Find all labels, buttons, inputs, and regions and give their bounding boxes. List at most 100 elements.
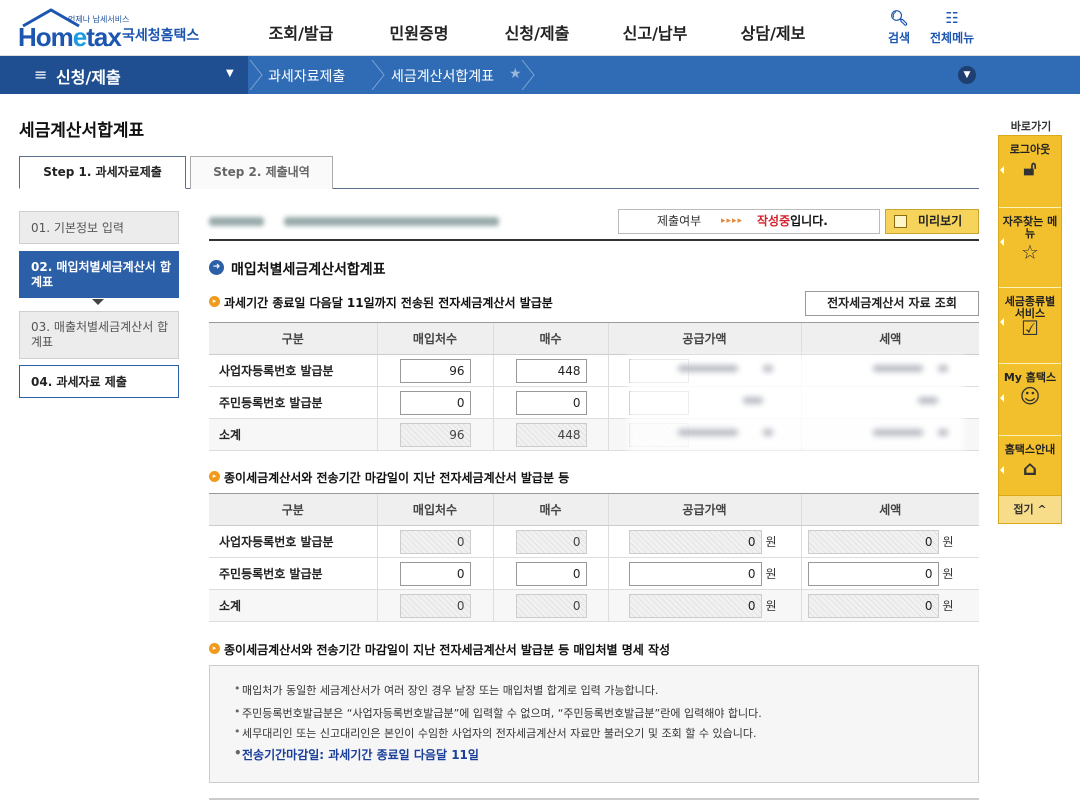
star-icon: ☆ bbox=[1021, 240, 1039, 264]
nav-item-apply[interactable]: 신청/제출 bbox=[478, 20, 596, 44]
subsection-title-electronic: ▸ 과세기간 종료일 다음달 11일까지 전송된 전자세금계산서 발급분 bbox=[209, 294, 553, 311]
preview-button-label: 미리보기 bbox=[918, 214, 963, 228]
supply-amount-field: 0 bbox=[628, 529, 762, 554]
divider bbox=[209, 239, 979, 241]
menu-dropdown-label: 신청/제출 bbox=[56, 68, 121, 87]
step-item-submit[interactable]: 04. 과세자료 제출 bbox=[19, 365, 179, 398]
unit-label: 원 bbox=[765, 535, 777, 549]
hometax-logo[interactable]: 언제나 납세서비스 Hometax 국세청홈택스 bbox=[18, 8, 203, 52]
all-menu-button[interactable]: ☷ 전체메뉴 bbox=[930, 10, 974, 46]
nav-item-inquiry[interactable]: 조회/발급 bbox=[242, 20, 360, 44]
purchaser-count-total: 96 bbox=[399, 422, 471, 447]
all-menu-label: 전체메뉴 bbox=[930, 31, 975, 45]
home-guide-icon: ⌂ bbox=[1022, 456, 1038, 480]
column-header: 매수 bbox=[492, 493, 608, 526]
amounts-redacted bbox=[628, 355, 964, 451]
taxpayer-name-redacted bbox=[209, 211, 505, 233]
search-icon: 🔍︎ bbox=[889, 9, 909, 27]
row-label: 사업자등록번호 발급분 bbox=[209, 354, 377, 387]
document-icon bbox=[894, 215, 907, 228]
grid-icon: ☷ bbox=[945, 9, 959, 27]
column-header: 매입처수 bbox=[376, 493, 493, 526]
bullet-icon: ▸ bbox=[209, 296, 220, 307]
logo-korean: 국세청홈택스 bbox=[122, 28, 200, 44]
column-header: 구분 bbox=[209, 322, 377, 355]
row-label: 사업자등록번호 발급분 bbox=[209, 525, 377, 558]
unit-label: 원 bbox=[942, 599, 954, 613]
tax-amount-field[interactable]: 0 bbox=[807, 561, 939, 586]
unit-label: 원 bbox=[942, 535, 954, 549]
notice-item-highlight: 전송기간마감일: 과세기간 종료일 다음달 11일 bbox=[234, 746, 978, 763]
step-item-sales-summary[interactable]: 03. 매출처별세금계산서 합계표 bbox=[19, 311, 179, 359]
step-item-purchase-summary[interactable]: 02. 매입처별세금계산서 합계표 bbox=[19, 251, 179, 298]
purchaser-count-field: 0 bbox=[399, 529, 471, 554]
hamburger-icon: ≡ bbox=[34, 65, 48, 84]
quick-item-favorites[interactable]: 자주찾는 메뉴 ☆ bbox=[999, 208, 1061, 288]
chevron-down-icon: ▼ bbox=[226, 68, 234, 79]
breadcrumb-item-invoice-summary[interactable]: 세금계산서합계표 bbox=[391, 66, 494, 86]
step-item-basic-info[interactable]: 01. 기본정보 입력 bbox=[19, 211, 179, 244]
status-label: 제출여부 bbox=[657, 214, 702, 228]
supply-amount-total: 0 bbox=[628, 593, 762, 618]
nav-item-consult[interactable]: 상담/제보 bbox=[714, 20, 832, 44]
expand-menu-icon[interactable]: ▼ bbox=[958, 66, 976, 84]
tax-amount-total: 0 bbox=[807, 593, 939, 618]
purchaser-count-field[interactable]: 0 bbox=[399, 561, 471, 586]
section-title: ➜ 매입처별세금계산서합계표 bbox=[209, 259, 386, 279]
status-value: 작성중입니다. bbox=[757, 214, 828, 228]
nav-item-certificate[interactable]: 민원증명 bbox=[360, 20, 478, 44]
electronic-invoice-lookup-button[interactable]: 전자세금계산서 자료 조회 bbox=[805, 291, 979, 316]
purchaser-count-field[interactable]: 0 bbox=[399, 390, 471, 415]
crumb-separator-icon bbox=[249, 60, 263, 90]
sheet-count-field[interactable]: 0 bbox=[515, 390, 587, 415]
quick-menu-fold-button[interactable]: 접기 ^ bbox=[998, 495, 1062, 524]
bullet-icon: ▸ bbox=[209, 471, 220, 482]
row-label: 주민등록번호 발급분 bbox=[209, 557, 377, 590]
preview-button[interactable]: 미리보기 bbox=[885, 209, 979, 234]
submission-status: 제출여부 ▸▸▸▸ 작성중입니다. bbox=[618, 209, 880, 234]
column-header: 구분 bbox=[209, 493, 377, 526]
purchaser-count-field[interactable]: 96 bbox=[399, 358, 471, 383]
column-header: 매입처수 bbox=[376, 322, 493, 355]
menu-dropdown[interactable]: ≡ 신청/제출 ▼ bbox=[0, 56, 248, 94]
main-nav: 조회/발급 민원증명 신청/제출 신고/납부 상담/제보 bbox=[242, 20, 832, 44]
supply-amount-field[interactable]: 0 bbox=[628, 561, 762, 586]
notice-item: 주민등록번호발급분은 “사업자등록번호발급분”에 입력할 수 없으며, “주민등… bbox=[234, 705, 978, 721]
checkbox-icon: ☑ bbox=[1021, 316, 1039, 340]
column-header: 세액 bbox=[800, 322, 979, 355]
unit-label: 원 bbox=[942, 567, 954, 581]
step-tabs: Step 1. 과세자료제출 Step 2. 제출내역 bbox=[19, 156, 979, 189]
notice-box: 매입처가 동일한 세금계산서가 여러 장인 경우 낱장 또는 매입처별 합계로 … bbox=[209, 665, 979, 783]
notice-item: 세무대리인 또는 신고대리인은 본인이 수임한 사업자의 전자세금계산서 자료만… bbox=[234, 725, 978, 741]
quick-item-my-hometax[interactable]: My 홈택스 ☺ bbox=[999, 364, 1061, 436]
sheet-count-field[interactable]: 448 bbox=[515, 358, 587, 383]
quick-item-logout[interactable]: 로그아웃 🔓︎ bbox=[999, 136, 1061, 208]
bullet-icon: ▸ bbox=[209, 643, 220, 654]
tax-amount-field: 0 bbox=[807, 529, 939, 554]
sheet-count-field[interactable]: 0 bbox=[515, 561, 587, 586]
unit-label: 원 bbox=[765, 567, 777, 581]
column-header: 세액 bbox=[800, 493, 979, 526]
notice-item: 매입처가 동일한 세금계산서가 여러 장인 경우 낱장 또는 매입처별 합계로 … bbox=[234, 682, 978, 698]
breadcrumb-item-tax-data[interactable]: 과세자료제출 bbox=[268, 66, 345, 86]
arrow-icon: ▸▸▸▸ bbox=[721, 216, 744, 226]
sheet-count-total: 448 bbox=[515, 422, 587, 447]
tab-step1[interactable]: Step 1. 과세자료제출 bbox=[19, 156, 186, 189]
subsection-title-paper: ▸ 종이세금계산서와 전송기간 마감일이 지난 전자세금계산서 발급분 등 bbox=[209, 469, 569, 486]
nav-item-report[interactable]: 신고/납부 bbox=[596, 20, 714, 44]
row-label: 소계 bbox=[209, 589, 377, 622]
crumb-separator-icon bbox=[371, 60, 385, 90]
unlock-icon: 🔓︎ bbox=[1023, 156, 1037, 180]
arrow-circle-icon: ➜ bbox=[209, 260, 224, 275]
crumb-separator-icon bbox=[521, 60, 535, 90]
row-label: 소계 bbox=[209, 418, 377, 451]
breadcrumb-bar: ≡ 신청/제출 ▼ 과세자료제출 세금계산서합계표 ★ ▼ bbox=[0, 56, 1080, 94]
quick-item-hometax-guide[interactable]: 홈택스안내 ⌂ bbox=[999, 436, 1061, 496]
table-row: 사업자등록번호 발급분 0 0 0원 0원 bbox=[209, 525, 979, 558]
quick-item-tax-services[interactable]: 세금종류별 서비스 ☑ bbox=[999, 288, 1061, 364]
search-label: 검색 bbox=[888, 31, 911, 45]
search-button[interactable]: 🔍︎ 검색 bbox=[888, 10, 910, 46]
tab-step2[interactable]: Step 2. 제출내역 bbox=[190, 156, 333, 189]
column-header: 매수 bbox=[492, 322, 608, 355]
column-header: 공급가액 bbox=[607, 493, 801, 526]
